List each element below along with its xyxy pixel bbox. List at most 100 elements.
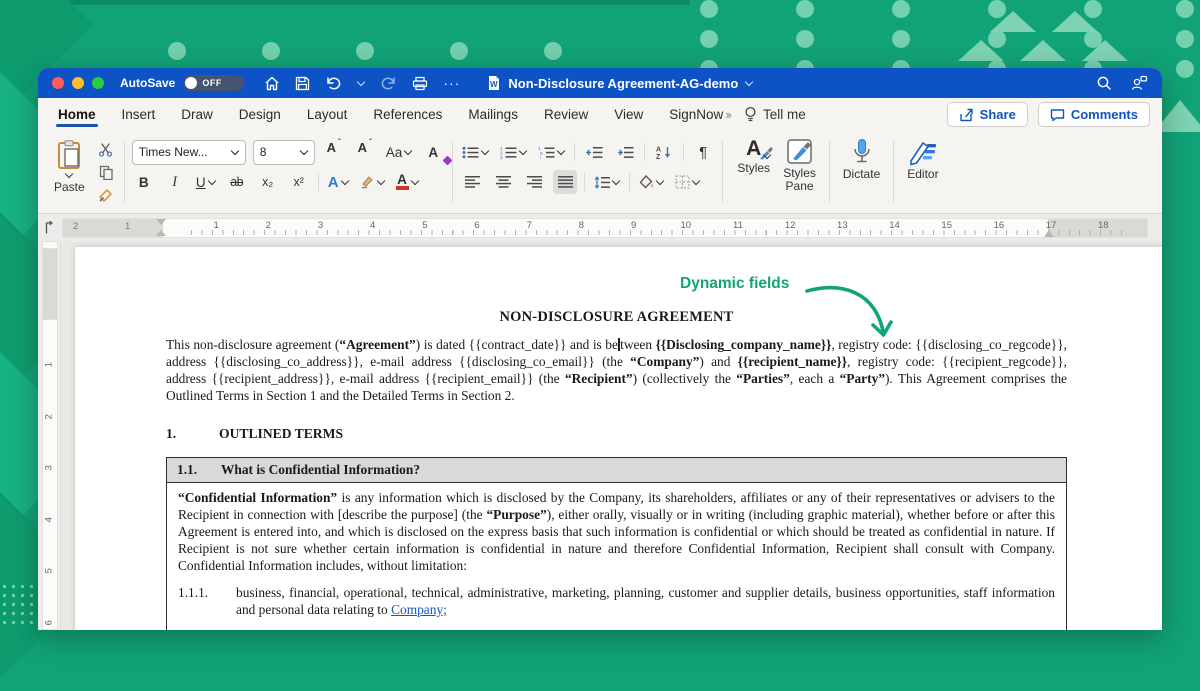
ruler-number: 2 bbox=[73, 221, 78, 232]
tab-draw[interactable]: Draw bbox=[181, 101, 213, 128]
search-icon[interactable] bbox=[1096, 75, 1112, 91]
subscript-button[interactable]: x₂ bbox=[256, 170, 280, 194]
lightbulb-icon bbox=[744, 106, 757, 123]
bold-button[interactable]: B bbox=[132, 170, 156, 194]
more-tabs-icon[interactable]: ›› bbox=[725, 107, 730, 122]
show-paragraph-marks-button[interactable]: ¶ bbox=[691, 140, 715, 164]
editor-pencil-icon bbox=[908, 138, 938, 166]
paste-dropdown-icon[interactable] bbox=[65, 170, 73, 178]
decrease-indent-button[interactable] bbox=[582, 140, 606, 164]
save-icon[interactable] bbox=[295, 76, 310, 91]
comments-button[interactable]: Comments bbox=[1038, 102, 1150, 127]
title-bar: AutoSave OFF ··· W bbox=[38, 68, 1162, 98]
borders-button[interactable] bbox=[673, 170, 702, 194]
tab-mailings[interactable]: Mailings bbox=[468, 101, 518, 128]
align-right-button[interactable] bbox=[522, 170, 546, 194]
share-button[interactable]: Share bbox=[947, 102, 1028, 127]
vruler-number: 4 bbox=[38, 511, 75, 527]
align-center-button[interactable] bbox=[491, 170, 515, 194]
minimize-window-button[interactable] bbox=[72, 77, 84, 89]
tab-design[interactable]: Design bbox=[239, 101, 281, 128]
home-icon[interactable] bbox=[264, 76, 280, 91]
undo-icon[interactable] bbox=[325, 76, 342, 91]
line-spacing-button[interactable] bbox=[592, 170, 622, 194]
table-body-cell: “Confidential Information” is any inform… bbox=[167, 483, 1066, 630]
tell-me-label: Tell me bbox=[763, 107, 806, 122]
tab-layout[interactable]: Layout bbox=[307, 101, 348, 128]
tab-review[interactable]: Review bbox=[544, 101, 588, 128]
tab-references[interactable]: References bbox=[373, 101, 442, 128]
ruler-number: 1 bbox=[125, 221, 130, 232]
italic-button[interactable]: I bbox=[163, 170, 187, 194]
undo-dropdown-icon[interactable] bbox=[357, 78, 365, 86]
autosave-label: AutoSave bbox=[120, 76, 175, 90]
change-case-button[interactable]: Aa bbox=[384, 140, 415, 164]
section-1-heading: 1. OUTLINED TERMS bbox=[166, 426, 1067, 442]
editor-button[interactable]: Editor bbox=[901, 134, 944, 209]
tab-home[interactable]: Home bbox=[58, 101, 96, 128]
comment-icon bbox=[1050, 108, 1065, 122]
cut-button[interactable] bbox=[95, 141, 117, 159]
more-commands-icon[interactable]: ··· bbox=[443, 75, 460, 91]
document-area: 123456 Dynamic fields NON-DISCLOSURE AGR… bbox=[38, 241, 1162, 630]
microphone-icon bbox=[851, 138, 873, 166]
vertical-ruler[interactable]: 123456 bbox=[38, 241, 61, 630]
bg-top-strip bbox=[0, 0, 690, 5]
section-title: OUTLINED TERMS bbox=[219, 426, 343, 442]
paste-label: Paste bbox=[54, 180, 85, 194]
ribbon: Paste Times New... bbox=[38, 131, 1162, 214]
tab-insert[interactable]: Insert bbox=[122, 101, 156, 128]
styles-pane-button[interactable]: StylesPane bbox=[777, 134, 822, 209]
bullet-list-button[interactable] bbox=[460, 140, 491, 164]
increase-indent-button[interactable] bbox=[613, 140, 637, 164]
font-size-select[interactable]: 8 bbox=[253, 140, 315, 165]
presence-icon[interactable] bbox=[1130, 75, 1148, 91]
section-number: 1. bbox=[166, 426, 219, 442]
justify-button[interactable] bbox=[553, 170, 577, 194]
dictate-label: Dictate bbox=[843, 168, 880, 181]
clause-number: 1.1. bbox=[177, 462, 221, 478]
styles-button[interactable]: A Styles bbox=[730, 134, 777, 209]
dictate-button[interactable]: Dictate bbox=[837, 134, 886, 209]
share-label: Share bbox=[980, 107, 1016, 122]
sort-button[interactable]: AZ bbox=[652, 140, 676, 164]
print-icon[interactable] bbox=[412, 76, 428, 91]
clear-formatting-button[interactable]: A bbox=[421, 140, 445, 164]
superscript-button[interactable]: x² bbox=[287, 170, 311, 194]
document-page[interactable]: Dynamic fields NON-DISCLOSURE AGREEMENT … bbox=[75, 247, 1162, 630]
autosave-toggle[interactable]: OFF bbox=[183, 75, 244, 91]
horizontal-ruler[interactable]: 2 1 123456789101112131415161718 bbox=[62, 218, 1148, 238]
numbered-list-button[interactable]: 123 bbox=[498, 140, 529, 164]
zoom-window-button[interactable] bbox=[92, 77, 104, 89]
grow-font-button[interactable]: Aˆ bbox=[322, 140, 346, 164]
indent-marker[interactable] bbox=[156, 219, 166, 236]
align-left-button[interactable] bbox=[460, 170, 484, 194]
vruler-number: 3 bbox=[38, 460, 75, 476]
title-dropdown-icon[interactable] bbox=[745, 78, 753, 86]
tab-stop-selector[interactable] bbox=[38, 214, 62, 241]
font-size-value: 8 bbox=[260, 145, 267, 159]
tab-signnow[interactable]: SignNow bbox=[669, 101, 723, 128]
multilevel-list-button[interactable]: 1ai bbox=[536, 140, 567, 164]
bg-halftone bbox=[0, 582, 42, 630]
strikethrough-button[interactable]: ab bbox=[225, 170, 249, 194]
shrink-font-button[interactable]: Aˇ bbox=[353, 140, 377, 164]
svg-text:W: W bbox=[490, 80, 498, 89]
font-name-select[interactable]: Times New... bbox=[132, 140, 246, 165]
underline-button[interactable]: U bbox=[194, 170, 218, 194]
tab-view[interactable]: View bbox=[614, 101, 643, 128]
font-color-button[interactable]: A bbox=[394, 170, 421, 194]
copy-button[interactable] bbox=[95, 164, 117, 182]
shading-button[interactable] bbox=[637, 170, 666, 194]
highlight-button[interactable] bbox=[358, 170, 387, 194]
right-indent-marker[interactable] bbox=[1044, 225, 1054, 237]
svg-text:A: A bbox=[656, 147, 661, 154]
ruler-row: 2 1 123456789101112131415161718 bbox=[38, 214, 1162, 241]
document-title[interactable]: Non-Disclosure Agreement-AG-demo bbox=[508, 76, 738, 91]
close-window-button[interactable] bbox=[52, 77, 64, 89]
redo-icon[interactable] bbox=[380, 76, 397, 91]
format-painter-button[interactable] bbox=[95, 186, 117, 204]
text-effects-button[interactable]: A bbox=[326, 170, 351, 194]
tell-me-control[interactable]: Tell me bbox=[744, 106, 806, 123]
paste-button[interactable]: Paste bbox=[50, 138, 89, 209]
